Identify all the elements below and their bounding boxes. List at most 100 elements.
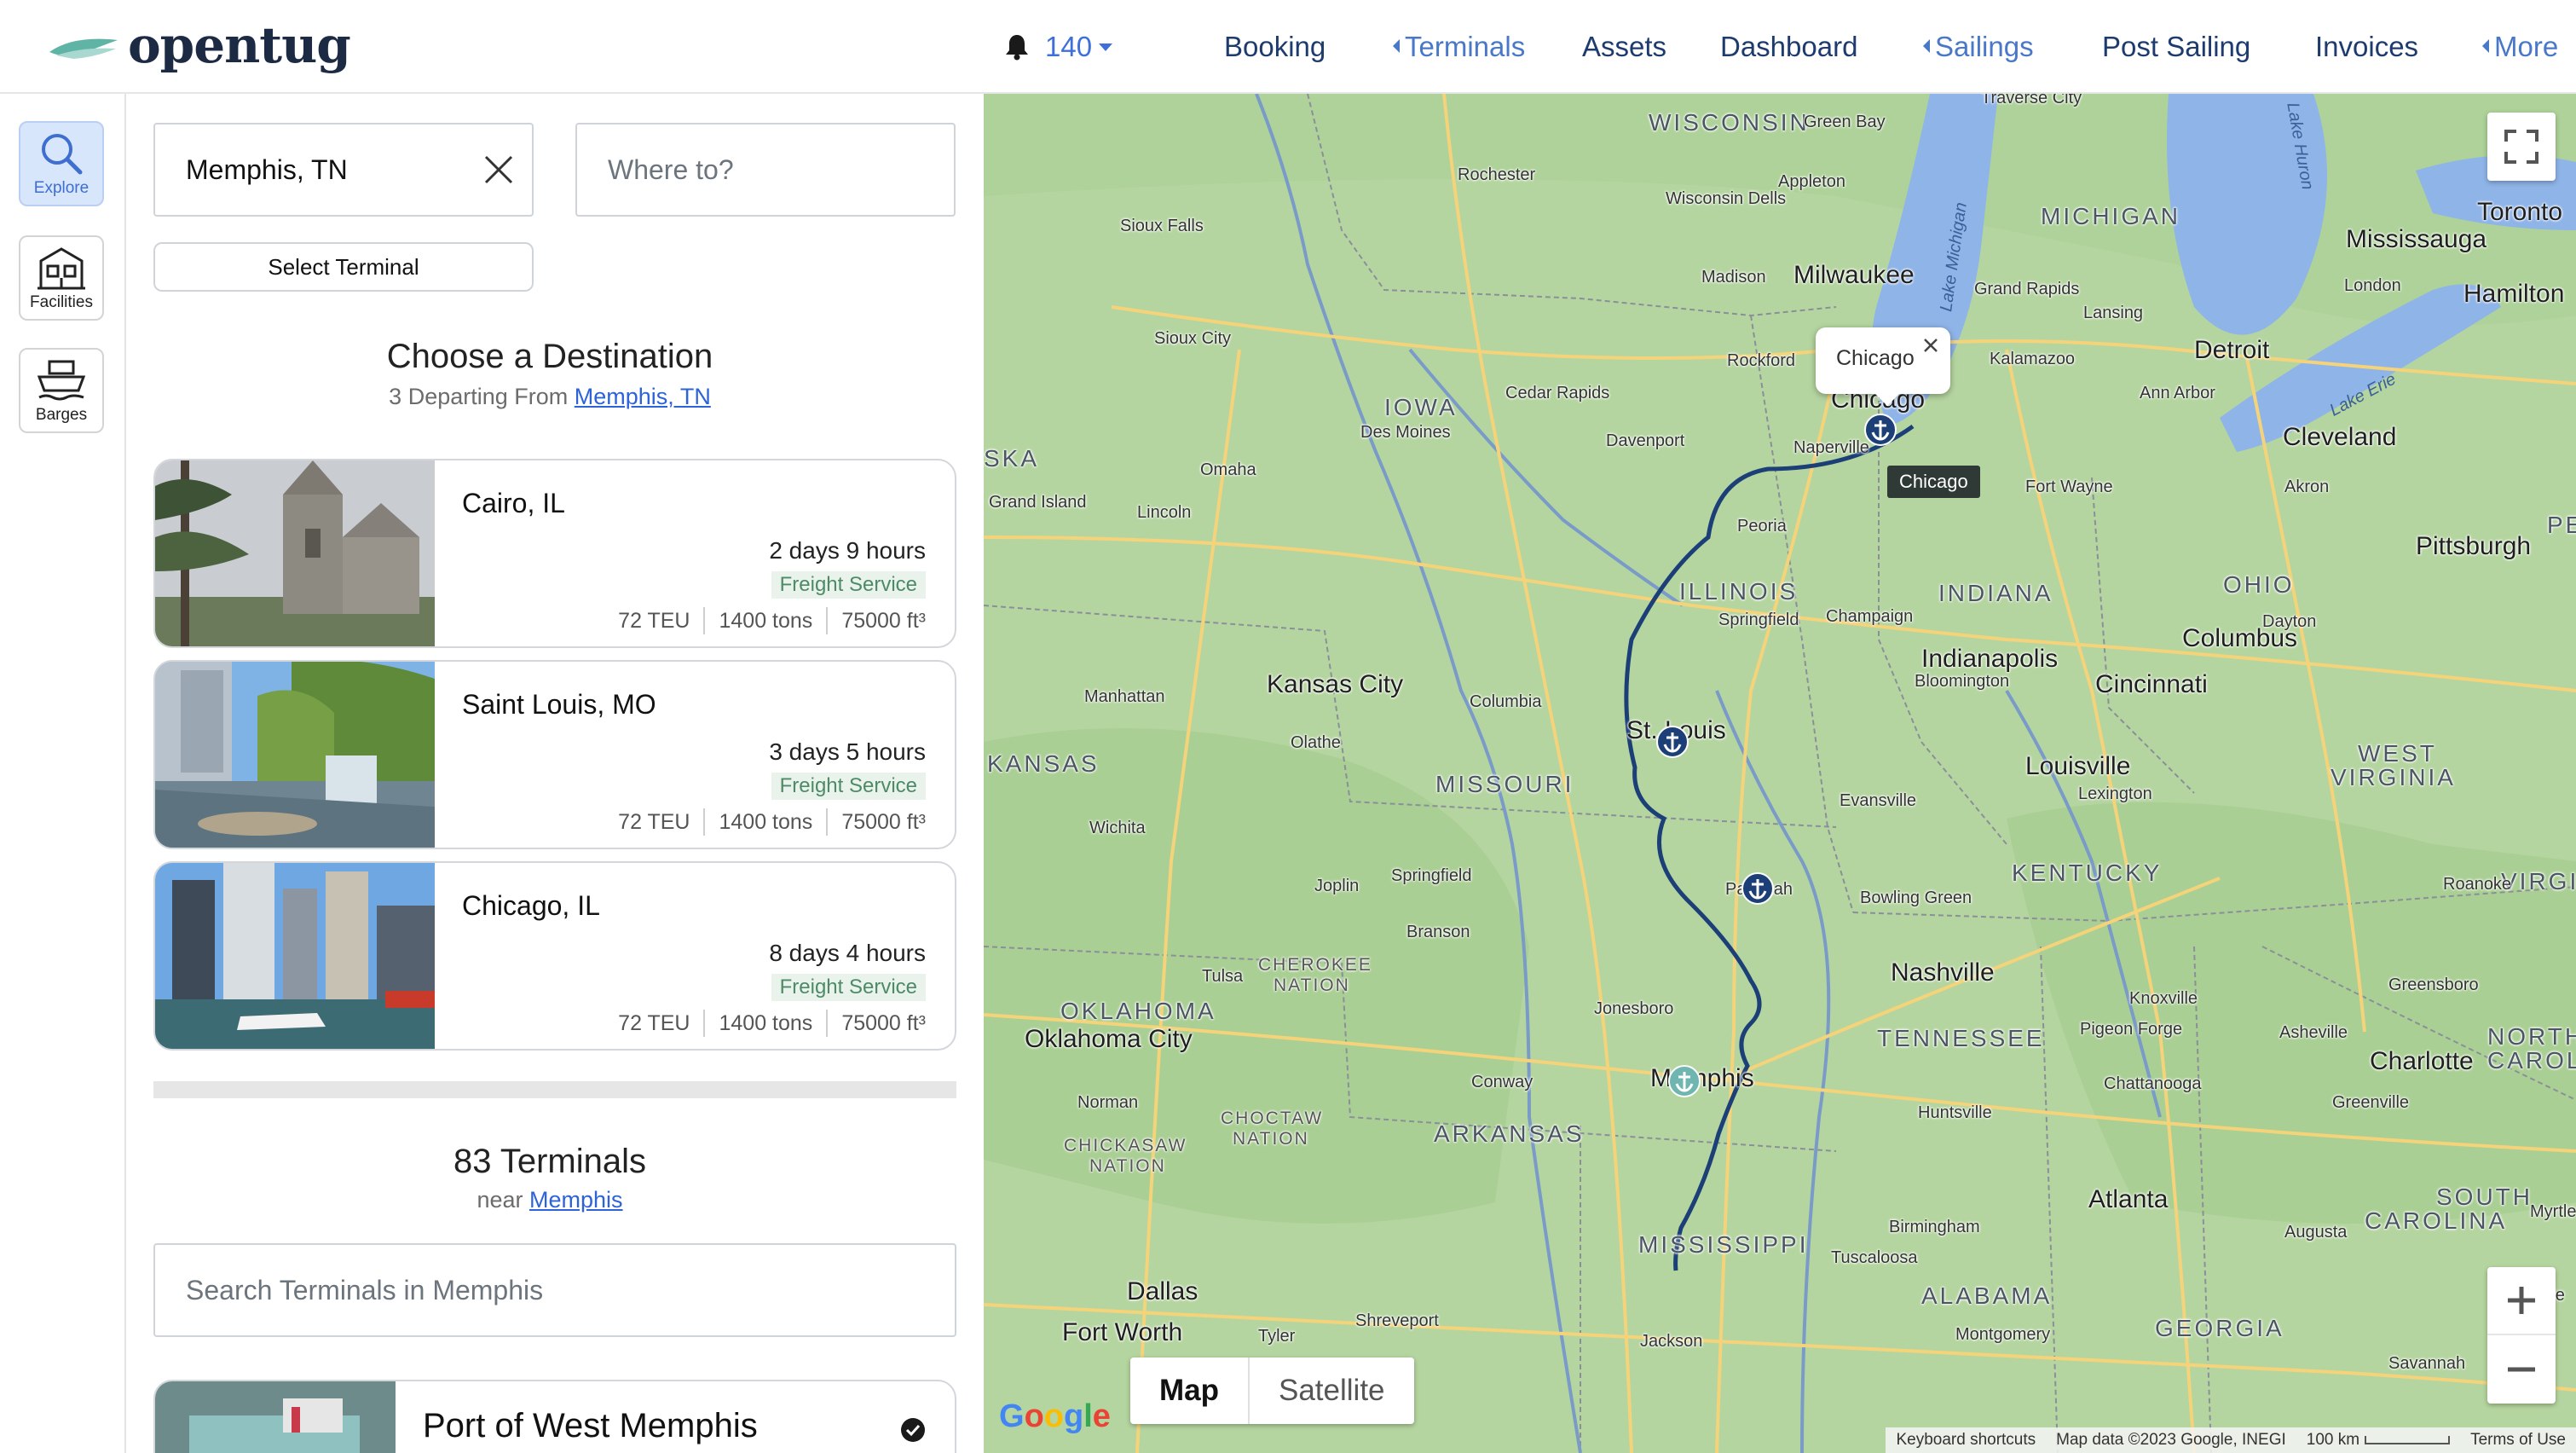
rail-label: Explore bbox=[33, 179, 90, 197]
select-terminal-button[interactable]: Select Terminal bbox=[153, 242, 534, 292]
keyboard-shortcuts-link[interactable]: Keyboard shortcuts bbox=[1886, 1431, 2046, 1450]
map-state-label: OHIO bbox=[2223, 571, 2295, 598]
map-type-map-button[interactable]: Map bbox=[1130, 1357, 1250, 1424]
volume-value: 75000 ft³ bbox=[826, 808, 926, 836]
departing-count-text: 3 Departing From bbox=[389, 384, 569, 409]
destination-input[interactable]: Where to? bbox=[575, 123, 956, 217]
map-city-label: Wichita bbox=[1089, 819, 1146, 837]
barge-icon bbox=[37, 360, 86, 401]
nav-booking[interactable]: Booking bbox=[1224, 26, 1326, 68]
origin-link[interactable]: Memphis, TN bbox=[575, 384, 711, 409]
map-city-label: Toronto bbox=[2477, 198, 2563, 226]
map-data-text: Map data ©2023 Google, INEGI bbox=[2056, 1431, 2286, 1449]
map-city-label: Olathe bbox=[1291, 733, 1341, 752]
chevron-left-icon bbox=[1393, 39, 1400, 54]
map-city-label: Bowling Green bbox=[1860, 889, 1972, 907]
terminal-card[interactable]: Port of West Memphis bbox=[153, 1380, 956, 1453]
nav-label: Assets bbox=[1582, 31, 1667, 62]
scale-bar bbox=[2365, 1435, 2451, 1444]
tons-value: 1400 tons bbox=[703, 1010, 826, 1037]
nav-label: More bbox=[2494, 31, 2559, 62]
rail-facilities-button[interactable]: Facilities bbox=[19, 235, 104, 321]
nav-invoices[interactable]: Invoices bbox=[2315, 26, 2418, 68]
map-city-label: Wisconsin Dells bbox=[1666, 189, 1787, 208]
nav-label: Dashboard bbox=[1720, 31, 1858, 62]
notifications-dropdown[interactable]: 140 bbox=[1004, 26, 1113, 68]
map-info-window: Chicago bbox=[1816, 327, 1950, 406]
map-state-label: CAROLINA bbox=[2365, 1207, 2508, 1234]
clear-icon[interactable] bbox=[482, 153, 515, 186]
origin-anchor-pin-icon[interactable] bbox=[1667, 1064, 1701, 1098]
terminal-search-input[interactable]: Search Terminals in Memphis bbox=[153, 1243, 956, 1337]
minus-icon bbox=[2508, 1367, 2535, 1372]
zoom-in-button[interactable] bbox=[2487, 1267, 2556, 1335]
rail-explore-button[interactable]: Explore bbox=[19, 121, 104, 206]
zoom-out-button[interactable] bbox=[2487, 1335, 2556, 1404]
map-city-label: Shreveport bbox=[1355, 1311, 1439, 1330]
map-type-satellite-button[interactable]: Satellite bbox=[1250, 1357, 1414, 1424]
map-city-label: Des Moines bbox=[1360, 423, 1451, 442]
facility-icon bbox=[38, 247, 85, 290]
anchor-pin-icon[interactable] bbox=[1863, 413, 1897, 447]
nav-label: Sailings bbox=[1935, 31, 2034, 62]
close-icon[interactable] bbox=[1918, 333, 1944, 358]
map-city-label: Conway bbox=[1471, 1073, 1533, 1091]
origin-input[interactable]: Memphis, TN bbox=[153, 123, 534, 217]
nav-more[interactable]: More bbox=[2482, 26, 2558, 68]
map-region-label: NATION bbox=[1233, 1129, 1309, 1149]
map-city-label: Pigeon Forge bbox=[2080, 1020, 2183, 1039]
destination-card-chicago[interactable]: Chicago, IL 8 days 4 hours Freight Servi… bbox=[153, 861, 956, 1051]
nav-post-sailing[interactable]: Post Sailing bbox=[2102, 26, 2250, 68]
map-state-label: ILLINOIS bbox=[1679, 578, 1799, 605]
map-state-label: VIRGI bbox=[2501, 868, 2576, 894]
map-state-label: SKA bbox=[984, 445, 1040, 472]
map-scale[interactable]: 100 km bbox=[2296, 1431, 2460, 1450]
map-city-label: Appleton bbox=[1778, 172, 1845, 191]
google-logo[interactable]: Google bbox=[999, 1398, 1111, 1435]
nav-assets[interactable]: Assets bbox=[1582, 26, 1666, 68]
destination-card-saint-louis[interactable]: Saint Louis, MO 3 days 5 hours Freight S… bbox=[153, 660, 956, 849]
teu-value: 72 TEU bbox=[618, 609, 690, 633]
map-city-label: Detroit bbox=[2194, 336, 2270, 364]
map-state-label: ARKANSAS bbox=[1434, 1120, 1585, 1147]
anchor-pin-icon[interactable] bbox=[1655, 725, 1689, 759]
map-city-label: Lansing bbox=[2083, 304, 2144, 322]
map-city-label: Cincinnati bbox=[2095, 670, 2208, 698]
map-city-label: Jackson bbox=[1640, 1332, 1703, 1351]
route-map[interactable]: WISCONSIN MICHIGAN IOWA ILLINOIS INDIANA… bbox=[984, 94, 2576, 1453]
fullscreen-button[interactable] bbox=[2487, 113, 2556, 181]
rail-barges-button[interactable]: Barges bbox=[19, 348, 104, 433]
nav-sailings[interactable]: Sailings bbox=[1923, 26, 2034, 68]
map-city-label: Pittsburgh bbox=[2416, 532, 2532, 560]
map-city-label: Greensboro bbox=[2388, 975, 2479, 994]
map-city-label: Knoxville bbox=[2129, 989, 2198, 1008]
destination-photo bbox=[155, 460, 435, 646]
map-city-label: Fort Worth bbox=[1062, 1318, 1183, 1346]
map-state-label: MISSISSIPPI bbox=[1638, 1231, 1809, 1258]
map-state-label: WISCONSIN bbox=[1649, 109, 1810, 136]
nav-terminals[interactable]: Terminals bbox=[1393, 26, 1525, 68]
map-city-label: Roanoke bbox=[2443, 875, 2512, 894]
opentug-logo[interactable]: opentug bbox=[48, 15, 351, 75]
map-state-label: PE bbox=[2547, 512, 2576, 538]
destination-photo bbox=[155, 662, 435, 848]
volume-value: 75000 ft³ bbox=[826, 1010, 926, 1037]
notification-count: 140 bbox=[1045, 31, 1093, 62]
anchor-pin-icon[interactable] bbox=[1741, 871, 1775, 906]
map-state-label: ALABAMA bbox=[1921, 1282, 2053, 1309]
destinations-title: Choose a Destination bbox=[386, 338, 713, 375]
zoom-control bbox=[2487, 1267, 2556, 1404]
bell-icon bbox=[1006, 35, 1028, 61]
destination-card-cairo[interactable]: Cairo, IL 2 days 9 hours Freight Service… bbox=[153, 459, 956, 648]
map-city-label: Augusta bbox=[2284, 1223, 2348, 1242]
section-divider bbox=[153, 1081, 956, 1098]
capacity-stats: 72 TEU 1400 tons 75000 ft³ bbox=[604, 1010, 926, 1037]
near-location-link[interactable]: Memphis bbox=[529, 1187, 623, 1213]
logo-wave-icon bbox=[49, 38, 118, 59]
map-city-label: Sioux City bbox=[1154, 329, 1232, 348]
nav-dashboard[interactable]: Dashboard bbox=[1720, 26, 1857, 68]
map-state-label: INDIANA bbox=[1938, 580, 2053, 606]
search-icon bbox=[42, 134, 83, 175]
map-city-label: Cedar Rapids bbox=[1505, 384, 1610, 402]
terms-link[interactable]: Terms of Use bbox=[2460, 1431, 2576, 1450]
